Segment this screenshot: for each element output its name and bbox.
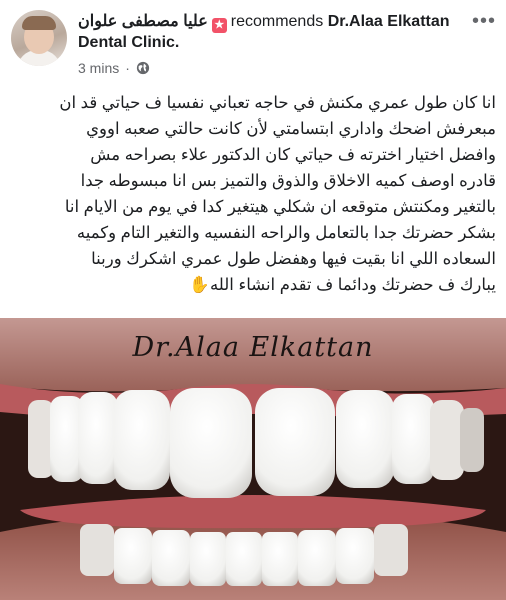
post-text-line: قادره اوصف كميه الاخلاق والذوق والتميز ب… <box>80 172 496 190</box>
author-avatar[interactable] <box>11 10 67 66</box>
tooth <box>298 530 336 586</box>
tooth <box>460 408 484 472</box>
post-text-line: بشكر حضرتك جدا بالتعامل والراحه النفسيه … <box>76 224 496 242</box>
post-body: انا كان طول عمري مكنش في حاجه تعباني نفس… <box>10 90 496 298</box>
tooth <box>374 524 408 576</box>
tooth <box>392 394 434 484</box>
post-photo[interactable]: Dr.Alaa Elkattan <box>0 318 506 600</box>
tooth <box>114 528 152 584</box>
post-text-line: انا كان طول عمري مكنش في حاجه تعباني نفس… <box>59 94 496 112</box>
timestamp-link[interactable]: 3 mins <box>78 60 119 76</box>
post-title: عليا مصطفى علوان ★ recommends Dr.Alaa Elka… <box>78 12 468 53</box>
avatar-hair <box>22 16 56 30</box>
post-text-line: السعاده اللي انا بقيت فيها وهفضل طول عمر… <box>91 250 496 268</box>
author-name-link[interactable]: عليا مصطفى علوان <box>78 13 208 30</box>
tooth <box>336 390 394 488</box>
tooth <box>190 532 226 586</box>
post-text-line: يبارك ف حضرتك ودائما ف تقدم انشاء الله <box>209 276 496 294</box>
tooth <box>336 528 374 584</box>
tooth <box>170 388 252 498</box>
clinic-watermark: Dr.Alaa Elkattan <box>132 332 374 363</box>
star-badge-icon: ★ <box>211 18 227 33</box>
raised-hand-emoji: ✋ <box>189 276 210 294</box>
post-meta: 3 mins · <box>78 60 150 76</box>
globe-icon[interactable] <box>136 61 150 75</box>
post-text-line: مبعرفش اضحك واداري ابتسامتي لأن كانت حال… <box>86 120 496 138</box>
recommends-text: recommends <box>230 13 324 30</box>
tooth <box>78 392 118 484</box>
tooth <box>255 388 335 496</box>
tooth <box>226 532 262 586</box>
post-header: عليا مصطفى علوان ★ recommends Dr.Alaa Elka… <box>0 0 506 88</box>
tooth <box>80 524 114 576</box>
post-text-line: بالتغير ومكنتش متوقعه ان شكلي هيتغير كدا… <box>64 198 496 216</box>
tooth <box>152 530 190 586</box>
post-text-line: وافضل اختيار اخترته ف حياتي كان الدكتور … <box>90 146 496 164</box>
tooth <box>114 390 170 490</box>
more-options-button[interactable]: ••• <box>470 11 498 32</box>
tooth <box>430 400 464 480</box>
meta-separator: · <box>125 60 130 76</box>
tooth <box>262 532 298 586</box>
post-text-line-last: يبارك ف حضرتك ودائما ف تقدم انشاء الله✋ <box>10 272 496 298</box>
